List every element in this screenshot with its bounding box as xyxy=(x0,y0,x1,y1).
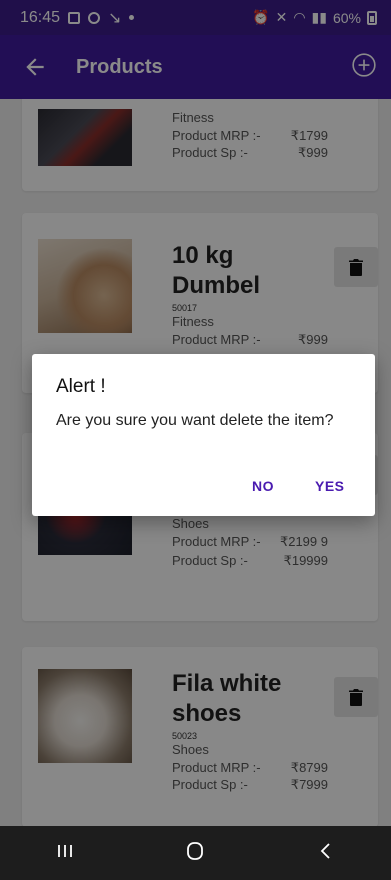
home-icon[interactable] xyxy=(184,840,206,867)
yes-button[interactable]: YES xyxy=(315,478,345,494)
dialog-message: Are you sure you want delete the item? xyxy=(56,412,334,429)
recent-apps-icon[interactable] xyxy=(54,840,76,867)
back-nav-icon[interactable] xyxy=(315,840,337,867)
dialog-title: Alert ! xyxy=(56,376,106,397)
no-button[interactable]: NO xyxy=(252,478,274,494)
navigation-bar xyxy=(0,826,391,880)
alert-dialog: Alert ! Are you sure you want delete the… xyxy=(32,354,375,516)
